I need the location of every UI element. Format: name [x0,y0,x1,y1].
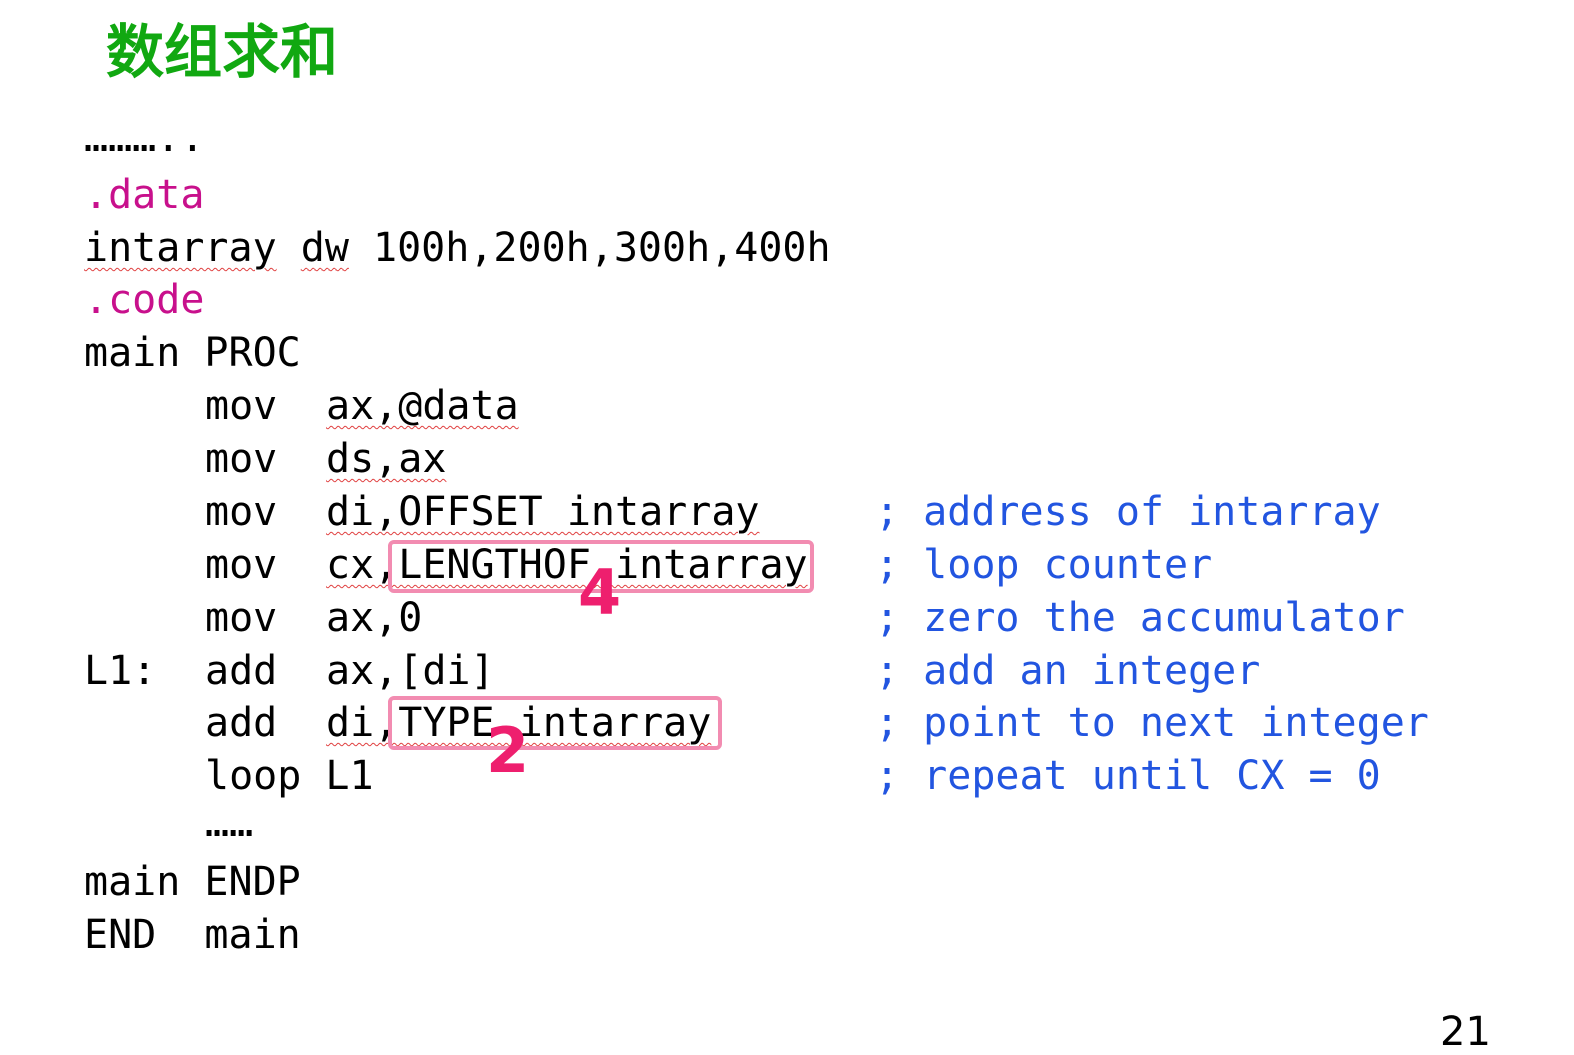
page-number: 21 [1440,1009,1491,1055]
add1-comment: ; add an integer [875,648,1261,694]
ellipsis-middle: …… [205,800,254,846]
type-highlight-box [388,696,722,750]
main-proc: main PROC [84,330,301,376]
loop-comment: ; repeat until CX = 0 [875,753,1381,799]
l1-label: L1: [84,648,157,694]
main-endp: main ENDP [84,859,301,905]
mov5-args: ax,0 [326,595,423,641]
mov3-comment: ; address of intarray [875,489,1381,535]
add1-args: ax,[di] [326,648,495,694]
decl-type: dw [300,225,349,271]
mov3-op: mov [205,489,278,535]
decl-name: intarray [84,225,277,271]
add2-op: add [205,700,278,746]
type-annotation: 2 [486,714,530,787]
data-directive: .data [84,172,205,218]
ellipsis-top: ……….. [84,115,205,161]
mov3-args: di,OFFSET intarray [326,489,760,535]
add2-comment: ; point to next integer [875,700,1429,746]
end-main: END main [84,912,301,958]
mov4-comment: ; loop counter [875,542,1213,588]
lengthof-annotation: 4 [578,556,622,629]
slide: 数组求和 ……….. .data intarray dw 100h,200h,3… [0,0,1574,1052]
mov1-op: mov [205,383,278,429]
decl-values: 100h,200h,300h,400h [373,225,831,271]
array-declaration: intarray dw 100h,200h,300h,400h [84,222,831,275]
mov5-comment: ; zero the accumulator [875,595,1405,641]
add1-op: add [205,648,278,694]
code-directive: .code [84,277,205,323]
mov2-op: mov [205,436,278,482]
mov4-op: mov [205,542,278,588]
slide-title: 数组求和 [106,18,339,86]
mov1-args: ax,@data [326,383,519,429]
mov5-op: mov [205,595,278,641]
loop-instruction: loop L1 [205,753,374,799]
mov2-args: ds,ax [326,436,447,482]
